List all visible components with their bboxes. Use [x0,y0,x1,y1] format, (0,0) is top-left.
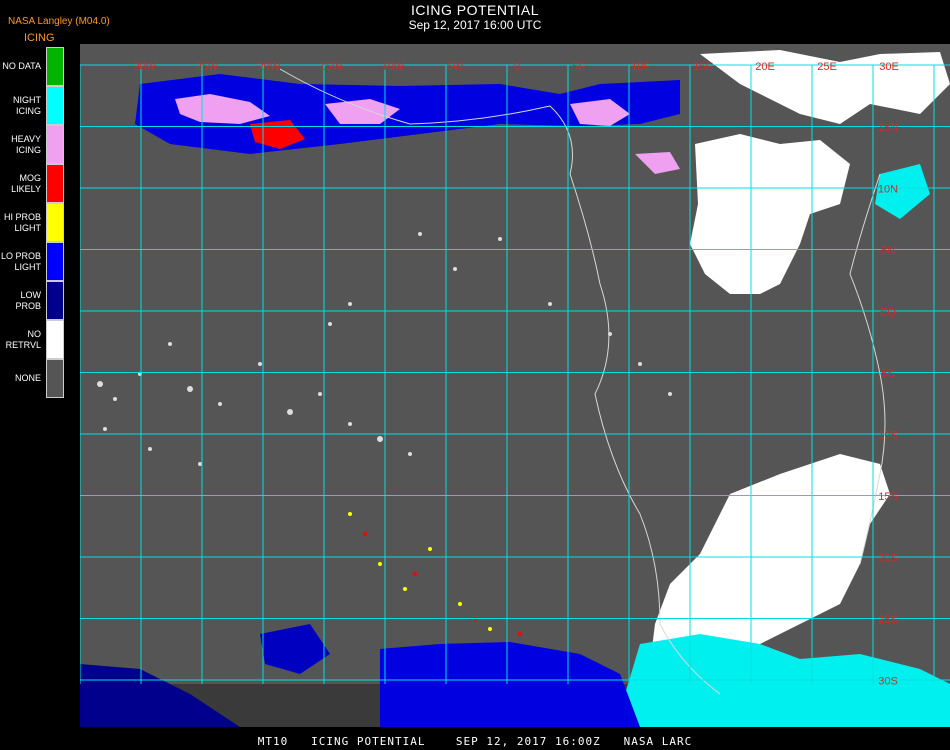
longitude-label: 5W [447,61,464,73]
longitude-label: 10E [631,61,651,73]
legend-item-night-icing: NIGHT ICING [0,86,66,125]
legend: NO DATA NIGHT ICING HEAVY ICING MOG LIKE… [0,47,66,398]
longitude-label: 20W [258,61,281,73]
longitude-label: 15W [320,61,343,73]
longitude-label: 20E [755,61,775,73]
legend-label: LO PROB LIGHT [0,250,41,272]
legend-label: MOG LIKELY [11,172,41,194]
legend-item-no-retrvl: NO RETRVL [0,320,66,359]
legend-swatch [46,281,64,320]
latitude-label: 15S [878,491,898,503]
legend-item-lo-prob-light: LO PROB LIGHT [0,242,66,281]
longitude-label: 5E [572,61,585,73]
legend-label: HI PROB LIGHT [3,211,41,233]
legend-label: NO DATA [2,61,41,71]
legend-label: NO RETRVL [5,328,41,350]
latitude-label: 30S [878,676,898,688]
longitude-label: 10W [382,61,405,73]
latitude-label: 20S [878,553,898,565]
legend-swatch [46,125,64,164]
longitude-label: 25E [817,61,837,73]
footer-caption: MT10 ICING POTENTIAL SEP 12, 2017 16:00Z… [257,735,693,748]
latitude-label: 10S [878,430,898,442]
latitude-label: 5N [881,245,895,257]
legend-label: NIGHT ICING [13,94,41,116]
legend-swatch [46,203,64,242]
legend-item-hi-prob-light: HI PROB LIGHT [0,203,66,242]
legend-item-heavy-icing: HEAVY ICING [0,125,66,164]
latitude-label: EQ [880,307,896,319]
legend-swatch [46,242,64,281]
legend-swatch [46,320,64,359]
longitude-label: 0 [514,61,520,73]
legend-swatch [46,359,64,398]
legend-label: HEAVY ICING [11,133,41,155]
latitude-label: 10N [878,184,898,196]
legend-swatch [46,47,64,86]
legend-label: NONE [14,373,41,383]
legend-swatch [46,164,64,203]
latitude-label: 25S [878,614,898,626]
longitude-label: 15E [693,61,713,73]
page-title: ICING POTENTIAL [410,2,540,18]
longitude-label: 25W [196,61,219,73]
legend-item-none: NONE [0,359,66,398]
legend-item-mog-likely: MOG LIKELY [0,164,66,203]
legend-label: LOW PROB [15,289,41,311]
icing-map: 30W 25W 20W 15W 10W 5W 0 5E 10E 15E 20E 25E 30E 15N 10… [80,44,950,727]
legend-item-low-prob: LOW PROB [0,281,66,320]
longitude-label: 30W [134,61,157,73]
header-product: ICING [24,32,55,44]
latitude-label: 5S [881,368,894,380]
longitude-label: 30E [879,61,899,73]
page-subtitle: Sep 12, 2017 16:00 UTC [408,18,542,32]
latitude-label: 15N [878,122,898,134]
legend-swatch [46,86,64,125]
legend-item-no-data: NO DATA [0,47,66,86]
